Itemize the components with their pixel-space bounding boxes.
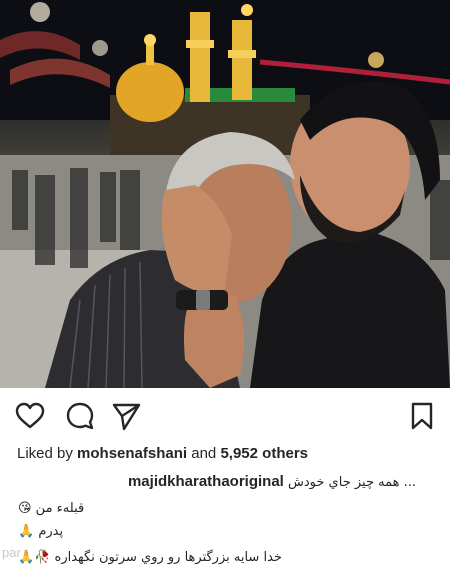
likes-and: and xyxy=(191,445,217,462)
like-button[interactable] xyxy=(14,400,46,432)
caption-line: خدا سايه بزرگترها رو روي سرتون نگهداره 🥀… xyxy=(18,550,282,565)
caption-username[interactable]: majidkharathaoriginal xyxy=(128,473,284,490)
bookmark-icon xyxy=(411,402,433,430)
save-button[interactable] xyxy=(406,400,438,432)
comment-bubble-icon xyxy=(66,402,94,430)
caption-line: قبله‌ء من 😘 xyxy=(18,501,85,516)
heart-icon xyxy=(15,402,45,429)
caption-preview: همه چیز جاي خودش ... xyxy=(288,475,416,490)
caption-line: پدرم 🙏 xyxy=(18,524,64,539)
paper-plane-icon xyxy=(112,403,141,431)
post-action-bar xyxy=(0,396,450,436)
comment-button[interactable] xyxy=(64,400,96,432)
watermark: par xyxy=(2,545,21,560)
liked-by-username[interactable]: mohsenafshani xyxy=(77,445,187,462)
caption-first-line: majidkharathaoriginal همه چیز جاي خودش .… xyxy=(128,472,416,493)
post-photo-illustration xyxy=(0,0,450,388)
likes-summary: Liked by mohsenafshani and 5,952 others xyxy=(17,444,308,464)
likes-others-link[interactable]: 5,952 others xyxy=(220,445,308,462)
share-button[interactable] xyxy=(110,400,142,432)
post-photo[interactable] xyxy=(0,0,450,388)
likes-prefix: Liked by xyxy=(17,445,73,462)
